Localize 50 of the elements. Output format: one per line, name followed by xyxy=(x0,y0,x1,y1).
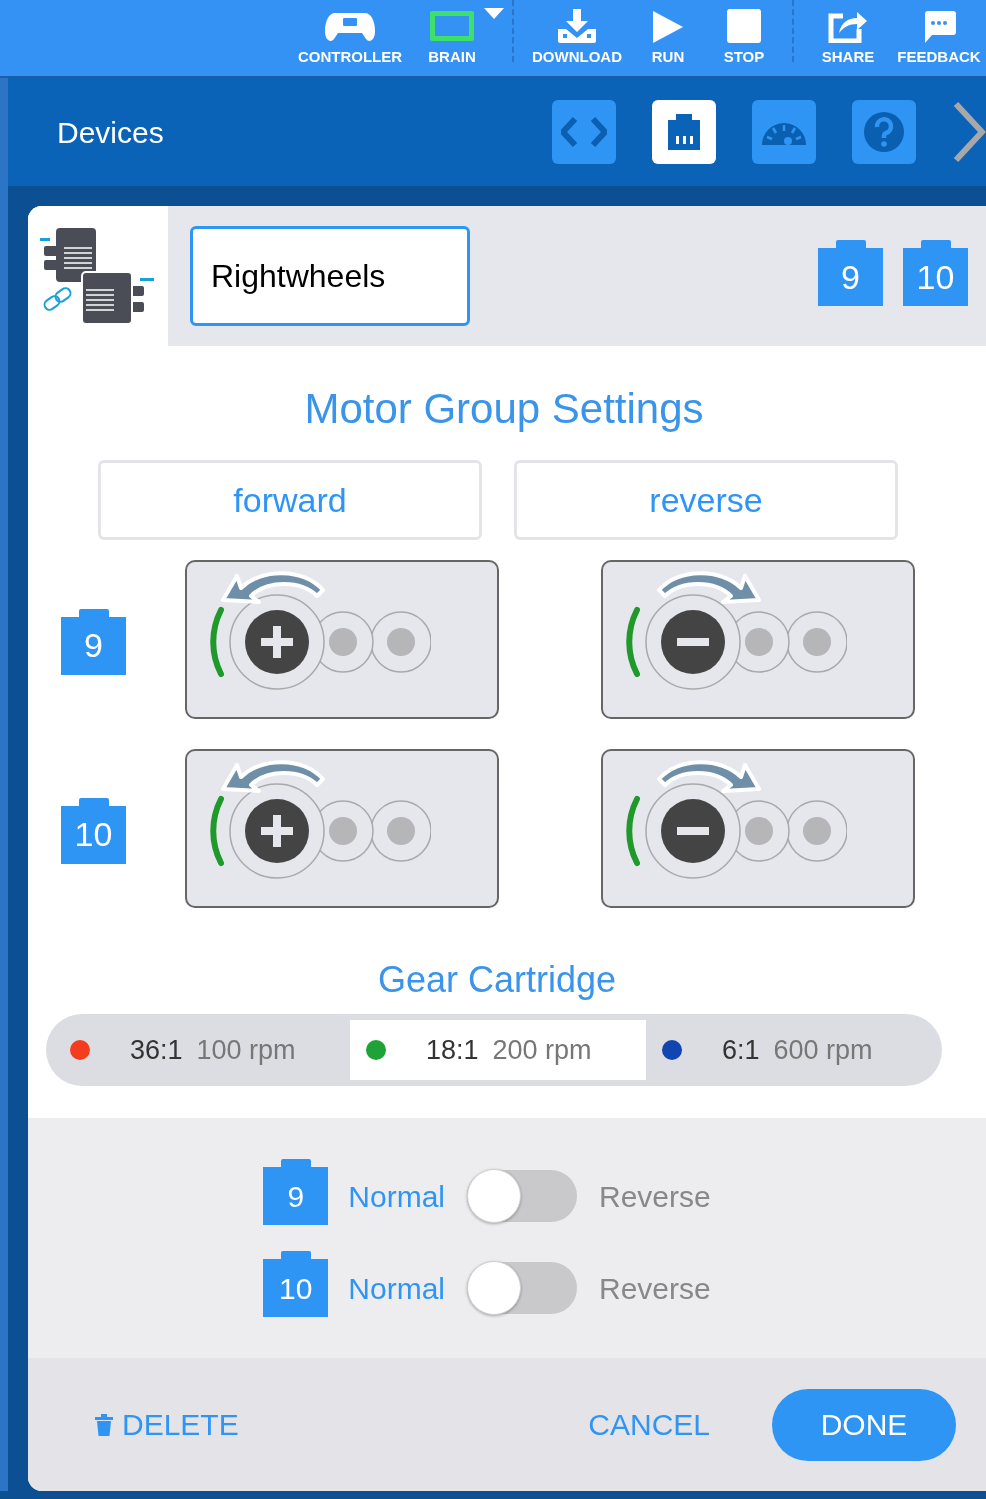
trash-icon xyxy=(94,1413,114,1436)
toolbar-button[interactable]: CONTROLLER xyxy=(294,0,406,76)
share-icon xyxy=(827,9,869,43)
section-title: Motor Group Settings xyxy=(304,388,704,430)
direction-button[interactable]: forward xyxy=(98,460,482,540)
help-icon xyxy=(863,111,905,153)
gear-speed: 600 rpm xyxy=(773,1033,873,1067)
gear-ratio: 18:1 xyxy=(426,1033,479,1067)
toggle-label: Reverse xyxy=(599,1178,711,1215)
toggle-label: Reverse xyxy=(599,1270,711,1307)
toolbar-button[interactable]: FEEDBACK xyxy=(894,0,984,76)
motor-direction-tile[interactable] xyxy=(185,749,499,908)
motor-group-icon xyxy=(40,226,156,326)
gamepad-icon xyxy=(325,11,375,43)
delete-button[interactable]: DELETE xyxy=(94,1402,239,1447)
toggle-label: Normal xyxy=(348,1270,445,1307)
gear-speed: 200 rpm xyxy=(492,1033,592,1067)
motor-direction-tile[interactable] xyxy=(601,749,915,908)
header-title: Devices xyxy=(57,114,165,151)
toggle-label: Normal xyxy=(348,1178,445,1215)
gear-ratio: 36:1 xyxy=(130,1033,183,1067)
toggle-switch[interactable] xyxy=(467,1262,577,1314)
gear-option[interactable]: 18:1 200 rpm xyxy=(350,1020,646,1080)
code-icon xyxy=(561,117,607,147)
chat-icon xyxy=(922,11,956,43)
toolbar-button[interactable]: STOP xyxy=(704,0,784,76)
stop-icon xyxy=(727,9,761,43)
motor-direction-tile[interactable] xyxy=(185,560,499,719)
gear-option[interactable]: 6:1 600 rpm xyxy=(646,1020,942,1080)
play-icon xyxy=(653,11,683,43)
device-name-field[interactable]: Rightwheels xyxy=(190,226,470,326)
header-tab[interactable] xyxy=(652,100,716,164)
toolbar-button[interactable]: SHARE xyxy=(802,0,894,76)
toolbar-button[interactable]: DOWNLOAD xyxy=(522,0,632,76)
gear-option[interactable]: 36:1 100 rpm xyxy=(54,1020,350,1080)
direction-button[interactable]: reverse xyxy=(514,460,898,540)
section-title: Gear Cartridge xyxy=(377,962,617,998)
brain-icon xyxy=(428,9,476,43)
caret-down-icon[interactable] xyxy=(484,8,504,20)
chevron-right-icon[interactable] xyxy=(952,100,986,164)
motor-direction-tile[interactable] xyxy=(601,560,915,719)
toolbar-button[interactable]: RUN xyxy=(632,0,704,76)
toolbar-button[interactable]: BRAIN xyxy=(406,0,498,76)
port-icon xyxy=(666,114,702,150)
toggle-switch[interactable] xyxy=(467,1170,577,1222)
download-icon xyxy=(556,9,598,43)
cancel-button[interactable]: CANCEL xyxy=(588,1402,710,1447)
gear-speed: 100 rpm xyxy=(196,1033,296,1067)
gear-ratio: 6:1 xyxy=(722,1033,760,1067)
done-button[interactable]: DONE xyxy=(772,1388,956,1461)
